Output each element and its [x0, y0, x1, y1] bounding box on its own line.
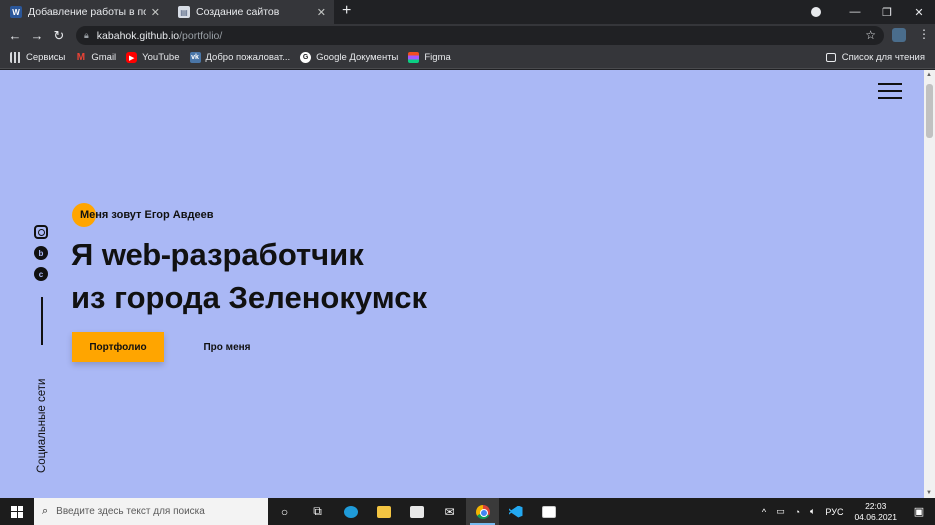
show-hidden-icons[interactable]: ^ — [762, 507, 766, 517]
reading-list-icon — [825, 53, 836, 62]
scroll-down-icon[interactable]: ▼ — [926, 490, 932, 496]
bookmark-services[interactable]: Сервисы — [10, 52, 65, 63]
search-placeholder: Введите здесь текст для поиска — [56, 506, 205, 517]
new-tab-button[interactable]: + — [342, 3, 351, 19]
portfolio-button[interactable]: Портфолио — [72, 332, 164, 362]
url-path: /portfolio/ — [179, 29, 223, 42]
hamburger-menu-icon[interactable] — [878, 83, 904, 99]
system-tray: ^ ▭ ◔ 🔈︎ РУС 22:03 04.06.2021 ▣ — [757, 498, 935, 525]
tab-portfolio-doc[interactable]: W Добавление работы в портфолио ✕ — [0, 0, 168, 24]
vscode-icon[interactable] — [499, 498, 532, 525]
social-links: b c Социальные сети — [34, 225, 50, 473]
windows-taskbar: ⌕ Введите здесь текст для поиска ○ ⧉ ✉ ^… — [0, 498, 935, 525]
instagram-icon[interactable] — [34, 225, 48, 239]
profile-icon[interactable] — [811, 7, 821, 17]
url-host: kabahok.github.io — [96, 29, 180, 42]
word-icon: W — [10, 6, 22, 18]
back-button[interactable]: ← — [4, 28, 26, 43]
scrollbar-thumb[interactable] — [926, 84, 933, 138]
store-icon[interactable] — [400, 498, 433, 525]
intro-line: Меня зовут Егор Авдеев — [72, 203, 213, 227]
bookmark-label: YouTube — [142, 52, 180, 63]
close-tab-icon[interactable]: ✕ — [151, 6, 160, 19]
close-tab-icon[interactable]: ✕ — [317, 6, 326, 19]
bookmark-vk[interactable]: vk Добро пожаловат... — [189, 52, 291, 63]
edge-icon[interactable] — [334, 498, 367, 525]
volume-icon[interactable]: 🔈︎ — [810, 506, 815, 517]
social-label: Социальные сети — [36, 378, 48, 473]
bookmarks-bar: Сервисы M Gmail ▶ YouTube vk Добро пожал… — [0, 47, 935, 69]
headline-pre: Я — [71, 237, 102, 272]
minimize-button[interactable]: — — [839, 6, 871, 18]
close-window-button[interactable]: ✕ — [903, 6, 935, 19]
network-icon[interactable]: ◔ — [795, 507, 800, 517]
bookmark-label: Figma — [424, 52, 451, 63]
cortana-icon[interactable]: ○ — [268, 498, 301, 525]
apps-icon — [10, 52, 21, 63]
about-button[interactable]: Про меня — [190, 332, 264, 362]
doc-icon: ▤ — [178, 6, 190, 18]
task-view-icon[interactable]: ⧉ — [301, 498, 334, 525]
search-icon: ⌕ — [42, 505, 49, 517]
address-bar[interactable]: 🔒︎ kabahok.github.io /portfolio/ ☆ — [76, 26, 884, 45]
bookmark-figma[interactable]: Figma — [408, 52, 451, 63]
browser-menu-icon[interactable]: ⋮ — [918, 27, 930, 41]
youtube-icon: ▶ — [126, 52, 138, 63]
lock-icon[interactable]: 🔒︎ — [84, 30, 89, 41]
page-scrollbar[interactable]: ▲ ▼ — [924, 70, 935, 498]
clock-time: 22:03 — [865, 500, 887, 511]
browser-toolbar: ← → ↻ 🔒︎ kabahok.github.io /portfolio/ ☆ — [0, 24, 935, 47]
page-title: Я web-разработчик из города Зеленокумск — [71, 233, 427, 319]
battery-icon[interactable]: ▭ — [776, 506, 785, 517]
extension-icon[interactable] — [892, 28, 906, 42]
figma-icon — [408, 52, 420, 63]
behance-icon[interactable]: b — [34, 246, 48, 260]
intro-text: Меня зовут Егор Авдеев — [80, 209, 214, 221]
start-button[interactable] — [0, 498, 34, 525]
bookmark-label: Добро пожаловат... — [205, 52, 291, 63]
tab-title: Создание сайтов — [196, 6, 280, 18]
google-docs-icon: G — [300, 52, 312, 63]
window-controls: — ❐ ✕ — [811, 0, 935, 24]
scroll-up-icon[interactable]: ▲ — [926, 72, 932, 78]
headline-accent: web- — [101, 237, 171, 272]
vk-icon: vk — [189, 52, 201, 63]
tab-website-creation[interactable]: ▤ Создание сайтов ✕ — [168, 0, 334, 24]
reading-list-label: Список для чтения — [841, 52, 925, 63]
bookmark-star-icon[interactable]: ☆ — [865, 28, 876, 42]
notifications-icon[interactable]: ▣ — [908, 505, 930, 518]
bookmark-label: Gmail — [91, 52, 117, 63]
tab-title: Добавление работы в портфолио — [28, 6, 146, 18]
browser-tab-strip: W Добавление работы в портфолио ✕ ▤ Созд… — [0, 0, 935, 24]
clock-date: 04.06.2021 — [854, 511, 897, 522]
bookmark-google-docs[interactable]: G Google Документы — [300, 52, 398, 63]
headline-line-2: из города Зеленокумск — [71, 280, 427, 315]
reading-list-button[interactable]: Список для чтения — [825, 52, 925, 63]
bookmark-label: Сервисы — [26, 52, 66, 63]
mail-icon[interactable]: ✉ — [433, 498, 466, 525]
chrome-icon[interactable] — [466, 498, 499, 525]
bookmark-gmail[interactable]: M Gmail — [75, 52, 116, 63]
reload-button[interactable]: ↻ — [48, 28, 70, 44]
language-indicator[interactable]: РУС — [825, 507, 843, 517]
headline-post: разработчик — [170, 237, 364, 272]
gmail-icon: M — [76, 52, 86, 63]
codepen-icon[interactable]: c — [34, 267, 48, 281]
clock[interactable]: 22:03 04.06.2021 — [854, 501, 897, 523]
forward-button[interactable]: → — [26, 28, 48, 43]
social-divider-line — [41, 297, 43, 345]
file-explorer-icon[interactable] — [367, 498, 400, 525]
windows-logo-icon — [11, 505, 23, 518]
bookmark-youtube[interactable]: ▶ YouTube — [126, 52, 180, 63]
bookmark-label: Google Документы — [316, 52, 399, 63]
photos-icon[interactable] — [532, 498, 565, 525]
portfolio-page: b c Социальные сети Меня зовут Егор Авде… — [0, 70, 924, 498]
taskbar-search[interactable]: ⌕ Введите здесь текст для поиска — [34, 498, 268, 525]
maximize-button[interactable]: ❐ — [871, 6, 903, 19]
